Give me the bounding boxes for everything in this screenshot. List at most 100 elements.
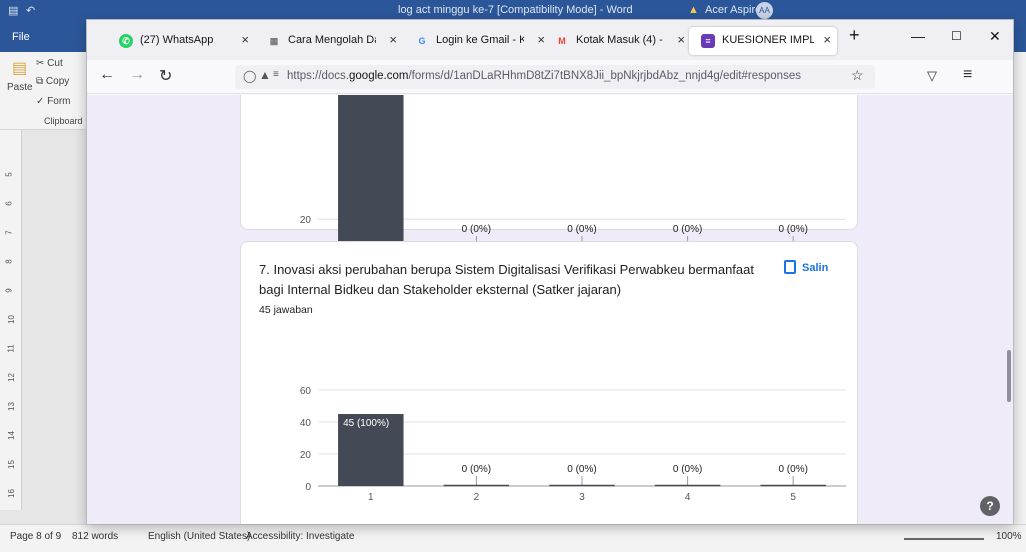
browser-tab-bar: ✆ (27) WhatsApp × ▦ Cara Mengolah Data K… bbox=[87, 20, 1013, 60]
browser-tab-cara-mengolah[interactable]: ▦ Cara Mengolah Data K × bbox=[255, 27, 403, 55]
tab-label: KUESIONER IMPLEMEN bbox=[722, 34, 814, 46]
account-avatar[interactable]: AA bbox=[756, 2, 773, 19]
forward-icon[interactable]: → bbox=[129, 66, 145, 84]
tab-label: Cara Mengolah Data K bbox=[288, 34, 376, 46]
url-prefix: https://docs. bbox=[287, 70, 350, 82]
tab-label: Kotak Masuk (4) - wwu bbox=[576, 34, 664, 46]
close-icon[interactable]: × bbox=[241, 32, 249, 47]
shield-icon[interactable]: ◯ bbox=[243, 69, 256, 83]
new-tab-button[interactable]: + bbox=[849, 25, 860, 46]
data-label: 0 (0%) bbox=[778, 224, 807, 235]
bar-chart-previous: 020120 (0%)30 (0%)40 (0%)50 (0%) bbox=[300, 95, 846, 251]
pocket-icon[interactable]: ▽ bbox=[927, 68, 937, 84]
cut-button[interactable]: ✂ Cut bbox=[36, 58, 63, 69]
browser-window: ✆ (27) WhatsApp × ▦ Cara Mengolah Data K… bbox=[86, 19, 1014, 524]
y-tick-label: 20 bbox=[300, 450, 312, 461]
save-icon[interactable]: ▤ bbox=[8, 4, 18, 17]
zoom-slider[interactable] bbox=[904, 538, 984, 540]
undo-icon[interactable]: ↶ bbox=[26, 4, 35, 17]
ruler-number: 10 bbox=[6, 315, 16, 324]
permissions-icon[interactable]: ≡ bbox=[273, 69, 279, 80]
word-account-name: Acer Aspire bbox=[705, 4, 762, 16]
data-label: 45 (100%) bbox=[343, 418, 389, 429]
data-label: 0 (0%) bbox=[673, 224, 702, 235]
maximize-icon[interactable]: ☐ bbox=[951, 29, 962, 43]
scroll-thumb[interactable] bbox=[1007, 350, 1011, 402]
word-clipboard-group: ▤ Paste ✂ Cut ⧉ Copy ✓ Form Clipboard bbox=[0, 52, 90, 130]
zoom-level[interactable]: 100% bbox=[996, 531, 1022, 542]
warning-icon: ▲ bbox=[688, 4, 699, 16]
y-tick-label: 60 bbox=[300, 386, 312, 397]
format-label: Form bbox=[47, 96, 71, 107]
close-window-icon[interactable]: ✕ bbox=[989, 28, 1001, 45]
data-label: 0 (0%) bbox=[567, 464, 596, 475]
y-tick-label: 40 bbox=[300, 418, 312, 429]
tab-label: Login ke Gmail - Komp bbox=[436, 34, 524, 46]
y-tick-label: 0 bbox=[305, 482, 311, 493]
lock-icon[interactable]: ▲ bbox=[259, 68, 271, 82]
ruler-number: 14 bbox=[6, 431, 16, 440]
ruler-number: 7 bbox=[4, 230, 14, 235]
clipboard-group-label: Clipboard bbox=[44, 116, 83, 126]
paste-icon[interactable]: ▤ bbox=[12, 58, 27, 78]
x-tick-label: 5 bbox=[790, 492, 796, 503]
forms-icon: ≡ bbox=[701, 34, 715, 48]
data-label: 0 (0%) bbox=[778, 464, 807, 475]
ruler-number: 12 bbox=[6, 373, 16, 382]
data-label: 0 (0%) bbox=[462, 464, 491, 475]
tab-file[interactable]: File bbox=[12, 31, 30, 43]
format-painter-button[interactable]: ✓ Form bbox=[36, 96, 71, 107]
browser-tab-kuesioner[interactable]: ≡ KUESIONER IMPLEMEN × bbox=[689, 27, 837, 55]
paste-button[interactable]: Paste bbox=[7, 82, 33, 93]
data-label: 0 (0%) bbox=[462, 224, 491, 235]
bar bbox=[338, 95, 404, 246]
address-bar[interactable]: ◯ ▲ ≡ https://docs.google.com/forms/d/1a… bbox=[235, 65, 875, 89]
url-domain: google.com bbox=[349, 70, 409, 82]
page-scrollbar[interactable] bbox=[1005, 95, 1013, 524]
tab-label: (27) WhatsApp bbox=[140, 34, 214, 46]
bar-chart-question-7: 0 20 40 60 1 45 (100%) 2 0 (0%) 3 0 (0%) 4 0 (0%) 5 0… bbox=[300, 386, 846, 503]
document-icon: ▦ bbox=[269, 36, 279, 46]
browser-tab-whatsapp[interactable]: ✆ (27) WhatsApp × bbox=[107, 27, 255, 55]
menu-icon[interactable]: ≡ bbox=[963, 66, 972, 84]
browser-toolbar: ← → ↻ ◯ ▲ ≡ https://docs.google.com/form… bbox=[87, 60, 1013, 94]
ruler-number: 9 bbox=[4, 288, 14, 293]
bookmark-star-icon[interactable]: ☆ bbox=[851, 67, 864, 84]
ruler-number: 11 bbox=[6, 344, 16, 353]
back-icon[interactable]: ← bbox=[99, 66, 115, 84]
page-count[interactable]: Page 8 of 9 bbox=[10, 531, 61, 542]
reload-icon[interactable]: ↻ bbox=[159, 66, 172, 86]
url-text[interactable]: https://docs.google.com/forms/d/1anDLaRH… bbox=[287, 70, 801, 82]
question-card-previous: 020120 (0%)30 (0%)40 (0%)50 (0%) bbox=[240, 95, 858, 251]
data-label: 0 (0%) bbox=[567, 224, 596, 235]
x-tick-label: 4 bbox=[685, 492, 691, 503]
google-icon: G bbox=[418, 36, 426, 46]
x-tick-label: 2 bbox=[474, 492, 480, 503]
ruler-number: 8 bbox=[4, 259, 14, 264]
data-label: 0 (0%) bbox=[673, 464, 702, 475]
copy-button[interactable]: ⧉ Copy bbox=[36, 76, 69, 87]
ruler-number: 16 bbox=[6, 489, 16, 498]
word-document-title: log act minggu ke-7 [Compatibility Mode]… bbox=[398, 4, 633, 16]
accessibility-status[interactable]: Accessibility: Investigate bbox=[246, 531, 354, 542]
x-tick-label: 3 bbox=[579, 492, 585, 503]
ruler-number: 6 bbox=[4, 201, 14, 206]
browser-tab-gmail-login[interactable]: G Login ke Gmail - Komp × bbox=[403, 27, 551, 55]
close-icon[interactable]: × bbox=[823, 32, 831, 47]
word-status-bar: Page 8 of 9 812 words English (United St… bbox=[0, 524, 1026, 552]
ruler-number: 13 bbox=[6, 402, 16, 411]
copy-label: Copy bbox=[45, 76, 70, 87]
word-count[interactable]: 812 words bbox=[72, 531, 118, 542]
vertical-ruler: 5 6 7 8 9 10 11 12 13 14 15 16 bbox=[0, 130, 22, 510]
ruler-number: 5 bbox=[4, 172, 14, 177]
language-status[interactable]: English (United States) bbox=[148, 531, 250, 542]
url-path: /forms/d/1anDLaRHhmD8tZi7tBNX8Jii_bpNkjr… bbox=[408, 70, 801, 82]
minimize-icon[interactable]: — bbox=[911, 28, 925, 44]
gmail-icon: M bbox=[558, 36, 566, 46]
browser-tab-kotak-masuk[interactable]: M Kotak Masuk (4) - wwu × bbox=[543, 27, 691, 55]
whatsapp-icon: ✆ bbox=[119, 34, 133, 48]
close-icon[interactable]: × bbox=[677, 32, 685, 47]
close-icon[interactable]: × bbox=[389, 32, 397, 47]
y-tick-label: 20 bbox=[300, 215, 312, 226]
help-icon[interactable]: ? bbox=[980, 496, 1000, 516]
